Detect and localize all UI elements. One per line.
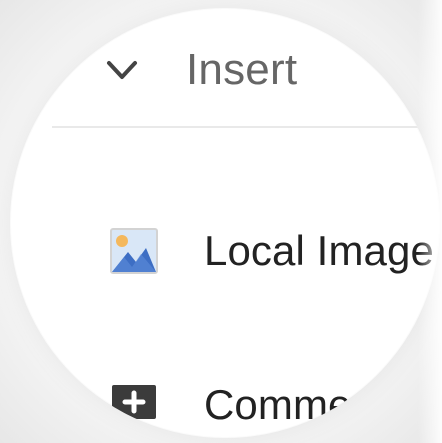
comment-add-icon <box>106 377 162 433</box>
image-icon <box>106 223 162 279</box>
insert-menu-header[interactable]: Insert <box>102 38 297 102</box>
chevron-down-icon[interactable] <box>102 50 142 90</box>
comment-label: Comment <box>204 381 387 428</box>
local-image-label: Local Image... <box>204 227 440 274</box>
page-title: Insert <box>186 45 298 94</box>
comment-menu-item[interactable]: Comment <box>106 370 387 438</box>
local-image-menu-item[interactable]: Local Image... <box>106 216 440 286</box>
screen: Insert Local Image... Comment <box>0 0 442 443</box>
divider <box>52 126 440 128</box>
menu-circle: Insert Local Image... Comment <box>10 8 440 438</box>
